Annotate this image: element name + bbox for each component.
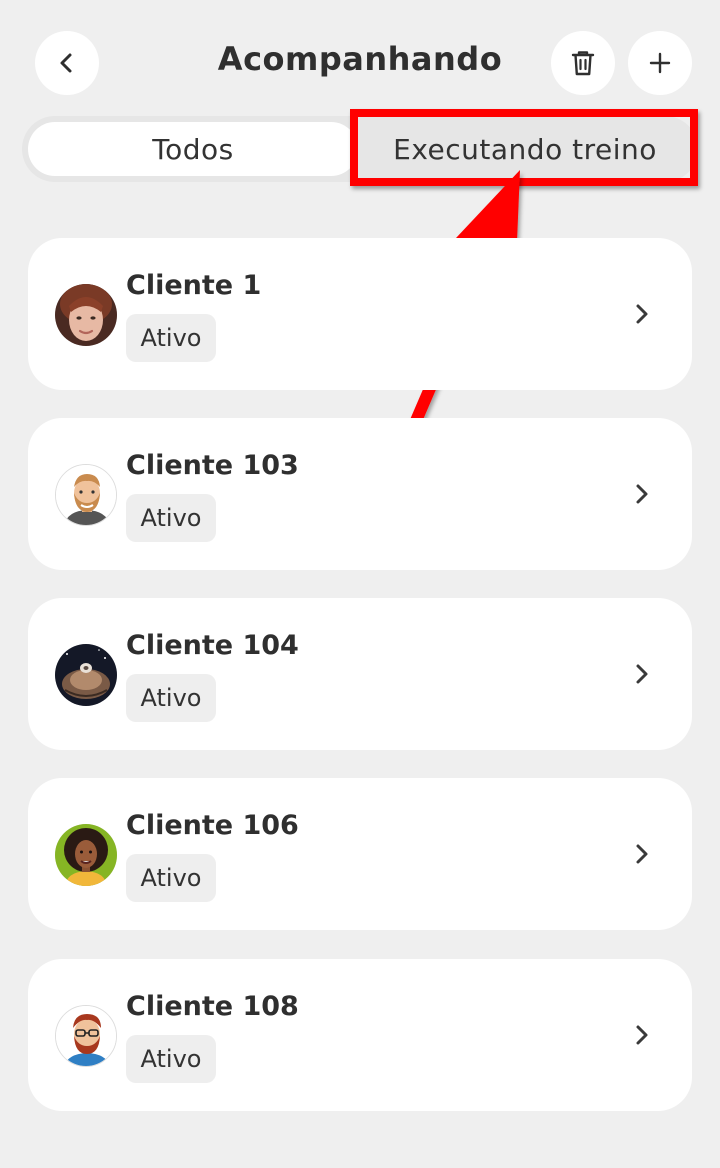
plus-icon <box>649 52 671 74</box>
chevron-right-icon <box>636 844 648 864</box>
bearded-man-cartoon-avatar <box>55 464 117 526</box>
status-badge: Ativo <box>126 674 216 722</box>
client-name: Cliente 103 <box>126 450 299 481</box>
client-name: Cliente 104 <box>126 630 299 661</box>
chevron-right-icon <box>636 484 648 504</box>
tab-executando-treino[interactable]: Executando treino <box>358 122 692 176</box>
status-badge: Ativo <box>126 314 216 362</box>
tab-todos[interactable]: Todos <box>28 122 358 176</box>
chevron-right-icon <box>636 664 648 684</box>
client-name: Cliente 106 <box>126 810 299 841</box>
delete-button[interactable] <box>551 31 615 95</box>
man-glasses-cartoon-avatar <box>55 1005 117 1067</box>
client-name: Cliente 1 <box>126 270 262 301</box>
filter-tabs: Todos Executando treino <box>22 116 698 182</box>
client-card[interactable]: Cliente 104 Ativo <box>28 598 692 750</box>
status-badge: Ativo <box>126 854 216 902</box>
add-button[interactable] <box>628 31 692 95</box>
client-card[interactable]: Cliente 106 Ativo <box>28 778 692 930</box>
status-badge: Ativo <box>126 494 216 542</box>
client-card[interactable]: Cliente 103 Ativo <box>28 418 692 570</box>
client-card[interactable]: Cliente 1 Ativo <box>28 238 692 390</box>
woman-cartoon-avatar <box>55 824 117 886</box>
space-planet-avatar <box>55 644 117 706</box>
trash-icon <box>571 51 595 76</box>
chevron-right-icon <box>636 1025 648 1045</box>
client-card[interactable]: Cliente 108 Ativo <box>28 959 692 1111</box>
client-name: Cliente 108 <box>126 991 299 1022</box>
status-badge: Ativo <box>126 1035 216 1083</box>
woman-photo-avatar <box>55 284 117 346</box>
chevron-right-icon <box>636 304 648 324</box>
